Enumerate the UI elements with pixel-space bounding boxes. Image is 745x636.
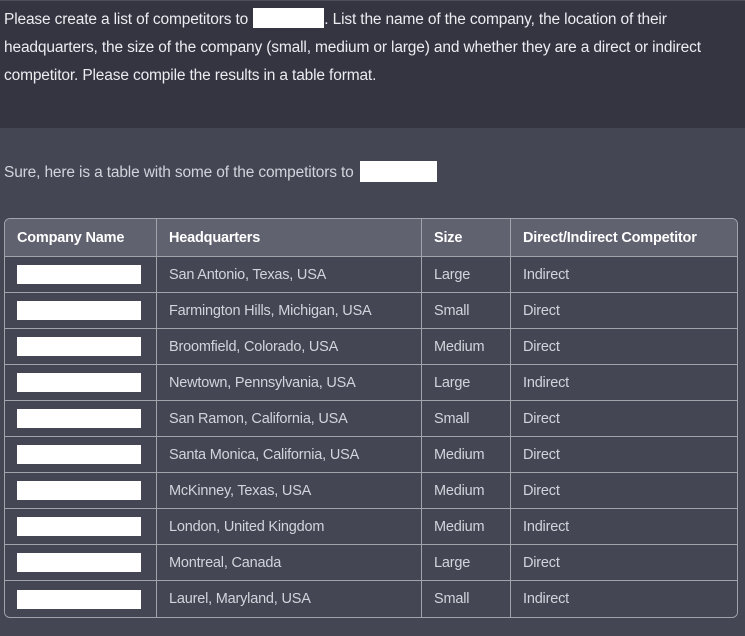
table-row: San Antonio, Texas, USA Large Indirect (5, 257, 737, 293)
headquarters-cell: Newtown, Pennsylvania, USA (157, 365, 422, 401)
redacted-company-name (359, 160, 437, 182)
competitor-type-cell: Indirect (511, 509, 737, 545)
company-name-cell (5, 473, 157, 509)
company-name-cell (5, 401, 157, 437)
size-cell: Medium (422, 437, 511, 473)
table-row: Montreal, Canada Large Direct (5, 545, 737, 581)
header-headquarters: Headquarters (157, 219, 422, 257)
size-cell: Large (422, 365, 511, 401)
table-row: Broomfield, Colorado, USA Medium Direct (5, 329, 737, 365)
competitor-type-cell: Direct (511, 437, 737, 473)
size-cell: Medium (422, 509, 511, 545)
competitor-type-cell: Indirect (511, 581, 737, 617)
header-company-name: Company Name (5, 219, 157, 257)
competitor-type-cell: Direct (511, 473, 737, 509)
redacted-company-name (17, 481, 141, 500)
headquarters-cell: San Antonio, Texas, USA (157, 257, 422, 293)
size-cell: Small (422, 401, 511, 437)
company-name-cell (5, 437, 157, 473)
headquarters-cell: San Ramon, California, USA (157, 401, 422, 437)
competitor-type-cell: Direct (511, 401, 737, 437)
table-row: Newtown, Pennsylvania, USA Large Indirect (5, 365, 737, 401)
header-competitor-type: Direct/Indirect Competitor (511, 219, 737, 257)
company-name-cell (5, 257, 157, 293)
table-row: Santa Monica, California, USA Medium Direc… (5, 437, 737, 473)
headquarters-cell: Montreal, Canada (157, 545, 422, 581)
assistant-intro-text: Sure, here is a table with some of the c… (4, 160, 437, 185)
company-name-cell (5, 509, 157, 545)
size-cell: Medium (422, 329, 511, 365)
table-row: Laurel, Maryland, USA Small Indirect (5, 581, 737, 617)
headquarters-cell: Laurel, Maryland, USA (157, 581, 422, 617)
redacted-company-name (17, 409, 141, 428)
table-row: San Ramon, California, USA Small Direct (5, 401, 737, 437)
company-name-cell (5, 293, 157, 329)
table-row: Farmington Hills, Michigan, USA Small Dire… (5, 293, 737, 329)
table-header-row: Company Name Headquarters Size Direct/In… (5, 219, 737, 257)
company-name-cell (5, 365, 157, 401)
assistant-message: Sure, here is a table with some of the c… (0, 128, 745, 636)
headquarters-cell: McKinney, Texas, USA (157, 473, 422, 509)
redacted-company-name (17, 373, 141, 392)
assistant-intro: Sure, here is a table with some of the c… (4, 164, 358, 181)
company-name-cell (5, 329, 157, 365)
redacted-company-name (17, 589, 141, 609)
redacted-company-name (17, 553, 141, 572)
competitors-table: Company Name Headquarters Size Direct/In… (4, 218, 738, 618)
size-cell: Large (422, 545, 511, 581)
user-message-text: Please create a list of competitors to .… (4, 6, 744, 90)
size-cell: Medium (422, 473, 511, 509)
redacted-company-name (17, 265, 141, 284)
headquarters-cell: Santa Monica, California, USA (157, 437, 422, 473)
user-text-before: Please create a list of competitors to (4, 11, 253, 28)
company-name-cell (5, 581, 157, 617)
user-message: Please create a list of competitors to .… (0, 0, 745, 128)
competitor-type-cell: Direct (511, 545, 737, 581)
table-body: San Antonio, Texas, USA Large Indirect Farm… (5, 257, 737, 617)
headquarters-cell: Farmington Hills, Michigan, USA (157, 293, 422, 329)
redacted-company-name (17, 301, 141, 320)
headquarters-cell: London, United Kingdom (157, 509, 422, 545)
size-cell: Large (422, 257, 511, 293)
redacted-company-name (253, 8, 325, 29)
redacted-company-name (17, 445, 141, 464)
competitor-type-cell: Indirect (511, 365, 737, 401)
table-row: London, United Kingdom Medium Indirect (5, 509, 737, 545)
competitor-type-cell: Indirect (511, 257, 737, 293)
competitor-type-cell: Direct (511, 329, 737, 365)
redacted-company-name (17, 517, 141, 536)
table-row: McKinney, Texas, USA Medium Direct (5, 473, 737, 509)
redacted-company-name (17, 337, 141, 356)
headquarters-cell: Broomfield, Colorado, USA (157, 329, 422, 365)
company-name-cell (5, 545, 157, 581)
header-size: Size (422, 219, 511, 257)
size-cell: Small (422, 581, 511, 617)
size-cell: Small (422, 293, 511, 329)
competitor-type-cell: Direct (511, 293, 737, 329)
